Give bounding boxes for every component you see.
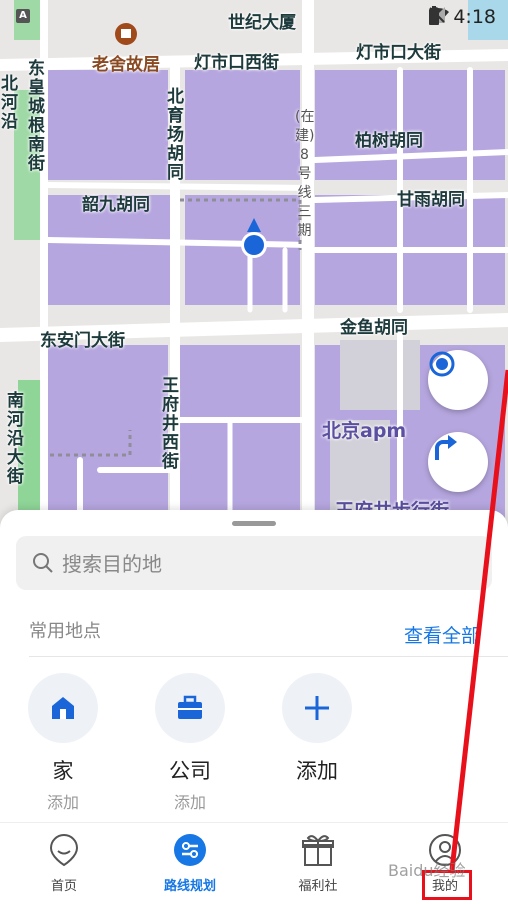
divider <box>29 656 508 657</box>
map-label-jinyu: 金鱼胡同 <box>340 318 408 338</box>
turn-right-icon <box>435 435 457 460</box>
tab-welfare[interactable]: 福利社 <box>273 833 363 894</box>
tab-route-planning[interactable]: 路线规划 <box>145 833 235 894</box>
map-label-beijing-apm: 北京apm <box>322 420 407 442</box>
tab-home-label: 首页 <box>50 879 77 894</box>
map-label-baishu: 柏树胡同 <box>355 131 423 151</box>
map-label-dengshikou-west: 灯市口西街 <box>194 53 279 73</box>
place-add-name: 添加 <box>296 759 338 783</box>
map-label-century-building: 世纪大厦 <box>228 13 296 33</box>
place-company-name: 公司 <box>169 759 211 783</box>
map-label-bei-left: 北河沿 <box>1 74 18 132</box>
route-planning-icon <box>174 834 206 866</box>
sheet-drag-handle[interactable] <box>232 521 276 526</box>
map-label-dengshikou-ave: 灯市口大街 <box>356 43 441 63</box>
notification-indicator: A <box>16 9 30 23</box>
search-bar[interactable] <box>16 536 492 592</box>
place-home[interactable]: 家 添加 <box>8 673 118 813</box>
home-pin-icon <box>49 833 79 867</box>
tab-welfare-label: 福利社 <box>298 879 338 894</box>
place-company-sub: 添加 <box>173 793 206 812</box>
search-input[interactable] <box>60 536 484 592</box>
map-label-shaojiu: 韶九胡同 <box>82 195 150 215</box>
map-label-laoshe: 老舍故居 <box>92 55 160 75</box>
map-label-ganyu: 甘雨胡同 <box>397 190 465 210</box>
locate-icon <box>429 351 455 377</box>
status-time: 4:18 <box>453 6 496 28</box>
briefcase-icon <box>178 695 202 719</box>
gift-icon <box>302 835 334 866</box>
place-company[interactable]: 公司 添加 <box>135 673 245 813</box>
tab-home[interactable]: 首页 <box>19 833 109 894</box>
place-home-name: 家 <box>52 759 74 783</box>
battery-icon <box>429 6 439 25</box>
map-label-beiyuchang: 北育场胡同 <box>167 87 184 183</box>
map-label-wangfujing-west: 王府井西街 <box>162 376 179 472</box>
search-icon <box>33 553 53 573</box>
section-title-favorites: 常用地点 <box>29 621 101 642</box>
route-button[interactable] <box>428 432 488 492</box>
place-home-sub: 添加 <box>46 793 79 812</box>
map-label-donganmen: 东安门大街 <box>40 331 125 351</box>
watermark: Baidu经验 <box>388 861 466 880</box>
tab-route-planning-label: 路线规划 <box>163 879 216 894</box>
locate-me-button[interactable] <box>428 350 488 410</box>
home-icon <box>52 697 74 719</box>
view-all-link[interactable]: 查看全部 <box>404 621 480 648</box>
map-label-dhcgn: 东皇城根南街 <box>28 59 45 174</box>
map-label-line8: (在建)8号线三期 <box>295 109 315 239</box>
plus-icon <box>305 696 329 720</box>
map-view[interactable]: A 4:18 世纪大厦 老舍故居 灯市口西街 灯市口大街 东皇城根南街 北河沿 … <box>0 0 508 560</box>
map-label-nanheyan: 南河沿大街 <box>7 391 24 487</box>
place-add[interactable]: 添加 <box>262 673 372 789</box>
